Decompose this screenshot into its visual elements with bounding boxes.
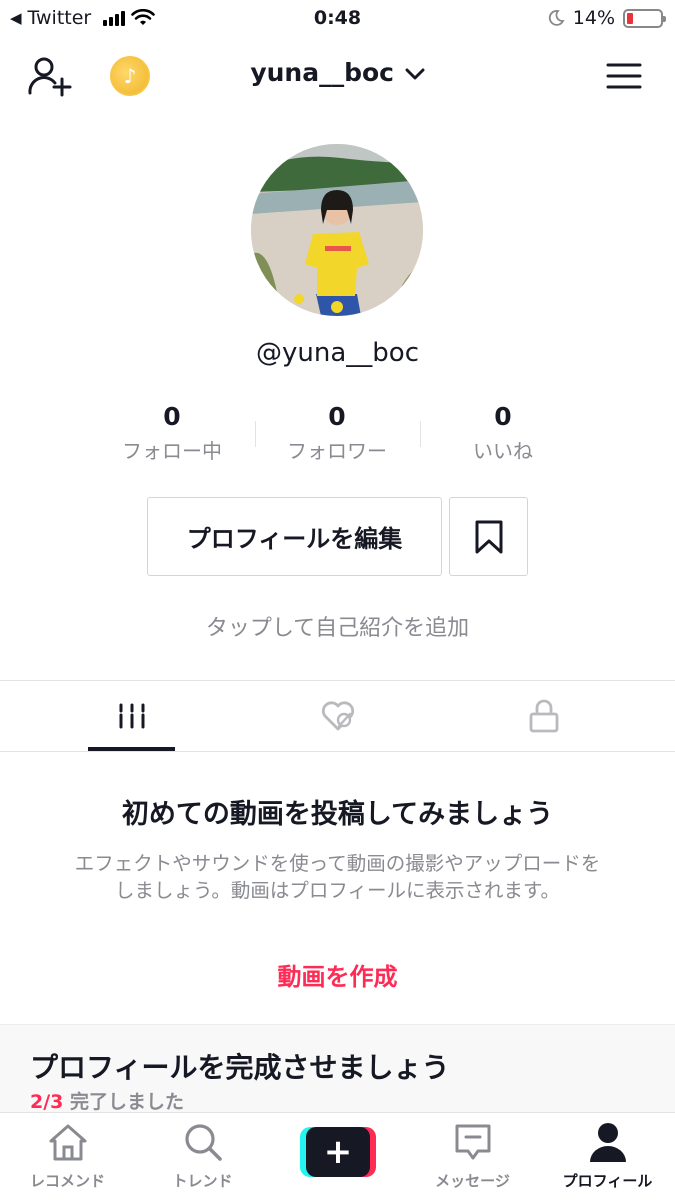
tabbar-label: プロフィール [562,1172,653,1190]
tab-private[interactable] [431,681,656,751]
tabs-divider [0,751,675,752]
stat-value: 0 [328,402,346,431]
status-right: 14% [547,7,666,29]
avatar-photo [251,144,423,316]
stat-following[interactable]: 0 フォロー中 [92,402,252,464]
progress-count: 2/3 [30,1091,64,1113]
complete-profile-title: プロフィールを完成させましょう [30,1051,450,1084]
status-bar: ◀ Twitter 0:48 14% [0,0,675,38]
bio-placeholder[interactable]: タップして自己紹介を追加 [0,610,675,642]
empty-state-title: 初めての動画を投稿してみましょう [121,799,554,830]
lock-icon [529,699,558,733]
search-icon [184,1124,222,1161]
profile-handle: @yuna__boc [256,338,419,368]
moon-icon [548,10,565,26]
plus-icon: + [306,1127,370,1177]
bookmark-button[interactable] [449,497,528,576]
stat-value: 0 [494,402,512,431]
tabbar-profile[interactable]: プロフィール [540,1120,675,1196]
username-title[interactable]: yuna__boc [250,58,394,87]
stat-likes[interactable]: 0 いいね [423,402,583,464]
tab-videos[interactable] [19,681,244,751]
battery-icon [623,8,666,28]
stat-divider [255,421,256,447]
grid-icon [119,703,144,729]
empty-state-description: エフェクトやサウンドを使って動画の撮影やアップロードをしましょう。動画はプロフィ… [74,852,601,902]
edit-profile-button[interactable]: プロフィールを編集 [147,497,442,576]
stat-divider [420,421,421,447]
complete-profile-progress: 2/3 完了しました [30,1087,184,1114]
bookmark-icon [475,520,502,553]
home-icon [49,1124,86,1161]
profile-icon [589,1123,626,1162]
stat-label: フォロー中 [122,439,222,463]
stat-label: いいね [473,439,533,463]
stat-label: フォロワー [287,439,387,463]
stat-followers[interactable]: 0 フォロワー [257,402,417,464]
tabbar-label: レコメンド [29,1172,105,1190]
avatar[interactable] [251,144,423,316]
tabbar-trend[interactable]: トレンド [135,1120,270,1196]
progress-suffix: 完了しました [63,1091,185,1113]
tabbar-home[interactable]: レコメンド [0,1120,135,1196]
stat-value: 0 [163,402,181,431]
tab-liked[interactable] [225,681,450,751]
tabbar-messages[interactable]: メッセージ [405,1120,540,1196]
liked-hidden-icon [321,701,354,731]
create-video-link[interactable]: 動画を作成 [0,957,675,992]
tabbar-label: トレンド [172,1172,233,1190]
message-icon [455,1124,490,1160]
create-post-button[interactable]: + [300,1127,376,1177]
tabbar-label: メッセージ [435,1172,510,1190]
menu-icon[interactable] [606,62,642,90]
battery-percent: 14% [572,7,615,29]
chevron-down-icon[interactable] [405,67,425,81]
username-switcher[interactable]: yuna__boc [0,58,675,87]
